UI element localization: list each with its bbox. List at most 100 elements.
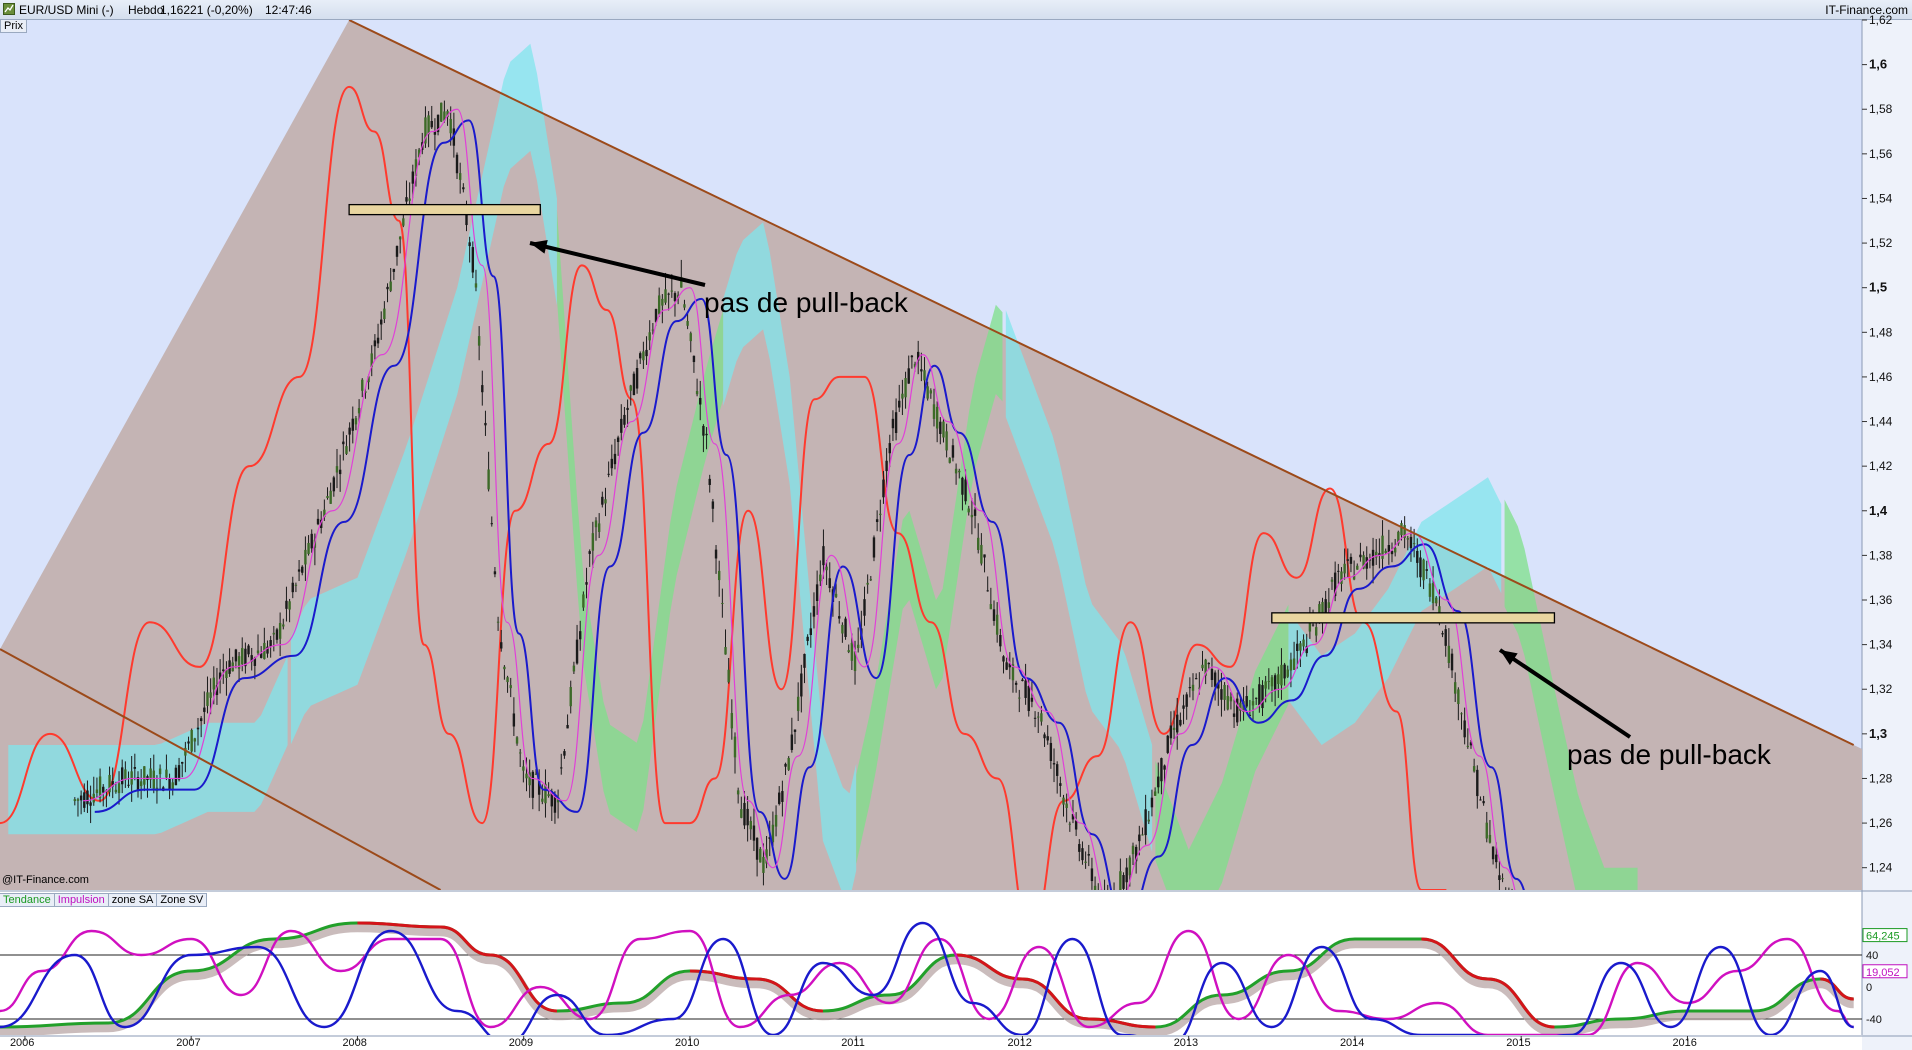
- candle-body: [980, 544, 983, 564]
- tab-zone-sa[interactable]: zone SA: [108, 893, 158, 907]
- candle-body: [1428, 583, 1432, 597]
- candle-body: [948, 457, 951, 463]
- candle-body: [73, 799, 77, 802]
- candle-body: [1251, 701, 1255, 706]
- osc-tick-label: 64,245: [1866, 931, 1900, 943]
- candle-body: [1472, 766, 1476, 772]
- candle-body: [462, 187, 465, 190]
- candle-body: [790, 734, 794, 750]
- x-tick-label: 2012: [1007, 1037, 1031, 1049]
- candle-body: [1179, 719, 1182, 726]
- y-tick-label: 1,38: [1869, 548, 1893, 562]
- candle-body: [613, 453, 617, 465]
- candle-body: [582, 594, 585, 608]
- candle-body: [1264, 681, 1267, 689]
- candle-body: [632, 373, 636, 396]
- candle-body: [901, 393, 904, 399]
- candle-body: [724, 647, 727, 655]
- y-tick-label: 1,48: [1869, 325, 1893, 339]
- candle-body: [935, 406, 939, 429]
- candle-body: [193, 738, 197, 742]
- price-panel-label[interactable]: Prix: [0, 19, 27, 33]
- candle-body: [762, 856, 765, 873]
- candle-body: [471, 247, 475, 273]
- candle-body: [515, 737, 519, 744]
- candle-body: [117, 783, 121, 794]
- candle-body: [1498, 875, 1501, 881]
- candle-body: [1084, 861, 1087, 863]
- candle-body: [588, 551, 591, 554]
- y-tick-label: 1,28: [1869, 771, 1893, 785]
- y-tick-label: 1,62: [1869, 13, 1893, 27]
- candle-body: [1245, 696, 1248, 707]
- candle-body: [803, 653, 806, 668]
- candle-body: [809, 628, 813, 636]
- candle-body: [585, 582, 588, 585]
- candle-body: [1425, 569, 1428, 571]
- y-tick-label: 1,52: [1869, 236, 1893, 250]
- candle-body: [736, 790, 740, 795]
- tab-impulsion[interactable]: Impulsion: [54, 893, 109, 907]
- candle-body: [392, 268, 396, 272]
- candle-body: [133, 767, 137, 769]
- candle-body: [427, 115, 430, 135]
- candle-body: [386, 286, 389, 290]
- candle-body: [954, 468, 958, 474]
- y-tick-label: 1,4: [1869, 503, 1888, 518]
- candle-body: [1125, 867, 1128, 883]
- tab-tendance[interactable]: Tendance: [0, 893, 55, 907]
- candle-body: [92, 793, 95, 803]
- candle-body: [604, 499, 607, 504]
- candle-body: [778, 792, 781, 804]
- candle-body: [1176, 714, 1179, 733]
- candle-body: [879, 513, 882, 516]
- x-tick-label: 2007: [176, 1037, 200, 1049]
- candle-body: [929, 390, 933, 394]
- candle-body: [910, 355, 914, 358]
- candle-body: [610, 458, 613, 469]
- candle-body: [1068, 823, 1072, 825]
- candle-body: [531, 771, 535, 798]
- candle-body: [120, 767, 124, 785]
- candle-body: [1330, 579, 1334, 582]
- candle-body: [500, 642, 503, 649]
- candle-body: [1299, 643, 1302, 651]
- candle-body: [1479, 799, 1482, 801]
- candle-body: [645, 349, 648, 357]
- candle-body: [307, 542, 310, 555]
- candle-body: [1128, 857, 1132, 876]
- y-tick-label: 1,32: [1869, 682, 1893, 696]
- candle-body: [342, 441, 345, 445]
- chart-canvas[interactable]: pas de pull-back pas de pull-back 1,62 1,6 1…: [0, 0, 1912, 1050]
- y-tick-label: 1,34: [1869, 638, 1893, 652]
- candle-body: [95, 789, 99, 794]
- candle-body: [1447, 645, 1451, 663]
- candle-body: [721, 602, 724, 605]
- candle-body: [569, 687, 572, 707]
- tab-zone-sv[interactable]: Zone SV: [157, 893, 208, 907]
- candle-body: [907, 368, 910, 384]
- candle-body: [1226, 696, 1229, 710]
- candle-body: [177, 765, 181, 780]
- candle-body: [812, 606, 816, 617]
- candle-body: [1466, 745, 1470, 747]
- candle-body: [711, 501, 715, 509]
- candle-body: [629, 385, 632, 391]
- candle-body: [1090, 868, 1094, 882]
- candle-body: [376, 337, 380, 344]
- candle-body: [389, 281, 392, 291]
- candle-body: [1141, 834, 1144, 836]
- candle-body: [1289, 659, 1293, 671]
- candle-body: [1191, 684, 1195, 691]
- candle-body: [989, 604, 993, 610]
- candle-body: [894, 412, 898, 434]
- candle-body: [1201, 664, 1204, 669]
- candle-body: [1147, 819, 1150, 822]
- candle-body: [1207, 662, 1211, 665]
- candle-body: [316, 518, 320, 525]
- candle-body: [294, 584, 298, 586]
- candle-body: [1131, 845, 1135, 855]
- candle-body: [784, 763, 787, 767]
- candle-body: [1157, 776, 1160, 788]
- candle-body: [572, 665, 576, 672]
